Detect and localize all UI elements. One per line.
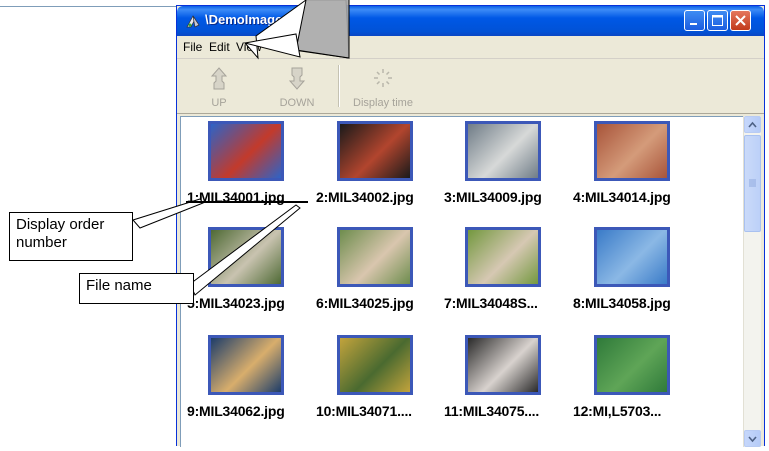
thumbnail-image	[465, 227, 541, 287]
thumbnail-image	[465, 121, 541, 181]
maximize-button[interactable]	[707, 10, 728, 31]
file-name-callout: File name	[79, 273, 194, 304]
thumbnail-label: 3:MIL34009.jpg	[444, 189, 542, 205]
thumbnail-label: 11:MIL34075....	[444, 403, 540, 419]
menu-edit[interactable]: Edit	[209, 40, 230, 54]
scroll-down-button[interactable]	[744, 430, 761, 447]
toolbar: UP DOWN Display time	[177, 59, 764, 114]
thumbnail-image	[337, 335, 413, 395]
display-time-button[interactable]: Display time	[345, 59, 421, 113]
title-bar[interactable]: \DemoImage	[177, 6, 764, 36]
thumbnail-view[interactable]: 1:MIL34001.jpg 2:MIL34002.jpg 3:MIL34009.j…	[180, 116, 744, 447]
menu-file[interactable]: File	[183, 40, 202, 54]
scroll-thumb[interactable]	[744, 135, 761, 232]
grip-icon	[749, 179, 756, 187]
thumbnail-image	[594, 227, 670, 287]
display-time-label: Display time	[353, 97, 413, 109]
app-icon	[186, 15, 200, 28]
thumbnail-label: 9:MIL34062.jpg	[187, 403, 285, 419]
thumbnail-image	[337, 121, 413, 181]
close-icon	[735, 15, 746, 26]
minimize-button[interactable]	[684, 10, 705, 31]
thumbnail-image	[208, 335, 284, 395]
thumbnail-label: 12:MI,L5703...	[573, 403, 662, 419]
toolbar-separator	[338, 65, 340, 107]
thumbnail-item[interactable]: 5:MIL34023.jpg	[187, 227, 313, 317]
thumbnail-image	[208, 227, 284, 287]
thumbnail-label: 5:MIL34023.jpg	[187, 295, 285, 311]
thumbnail-item[interactable]: 1:MIL34001.jpg	[187, 121, 313, 211]
scroll-up-button[interactable]	[744, 116, 761, 133]
chevron-down-icon	[748, 436, 757, 443]
thumbnail-image	[337, 227, 413, 287]
menu-view[interactable]: View	[236, 40, 262, 54]
display-order-text: Display order number	[16, 216, 105, 251]
thumbnail-image	[208, 121, 284, 181]
thumbnail-item[interactable]: 6:MIL34025.jpg	[316, 227, 442, 317]
thumbnail-label: 8:MIL34058.jpg	[573, 295, 671, 311]
down-button[interactable]: DOWN	[272, 59, 322, 113]
chevron-up-icon	[748, 121, 757, 128]
thumbnail-image	[594, 335, 670, 395]
minimize-icon	[690, 23, 697, 25]
thumbnail-image	[465, 335, 541, 395]
up-button[interactable]: UP	[199, 59, 239, 113]
thumbnail-label: 4:MIL34014.jpg	[573, 189, 671, 205]
display-order-callout: Display order number	[9, 212, 133, 261]
thumbnail-item[interactable]: 9:MIL34062.jpg	[187, 335, 313, 425]
up-hand-icon	[210, 67, 228, 90]
thumbnail-label: 1:MIL34001.jpg	[187, 189, 285, 205]
display-time-icon	[374, 69, 392, 87]
close-button[interactable]	[730, 10, 751, 31]
thumbnail-label: 10:MIL34071....	[316, 403, 412, 419]
menu-bar: File Edit View	[177, 36, 764, 59]
thumbnail-label: 6:MIL34025.jpg	[316, 295, 414, 311]
thumbnail-item[interactable]: 11:MIL34075....	[444, 335, 570, 425]
up-label: UP	[211, 97, 227, 109]
window-title: \DemoImage	[205, 12, 283, 27]
file-name-text: File name	[86, 277, 152, 294]
thumbnail-item[interactable]: 12:MI,L5703...	[573, 335, 699, 425]
thumbnail-item[interactable]: 10:MIL34071....	[316, 335, 442, 425]
thumbnail-label: 2:MIL34002.jpg	[316, 189, 414, 205]
thumbnail-item[interactable]: 2:MIL34002.jpg	[316, 121, 442, 211]
thumbnail-label: 7:MIL34048S...	[444, 295, 538, 311]
maximize-icon	[712, 15, 723, 26]
thumbnail-image	[594, 121, 670, 181]
thumbnail-item[interactable]: 3:MIL34009.jpg	[444, 121, 570, 211]
down-hand-icon	[288, 67, 306, 90]
thumbnail-item[interactable]: 7:MIL34048S...	[444, 227, 570, 317]
thumbnail-item[interactable]: 4:MIL34014.jpg	[573, 121, 699, 211]
down-label: DOWN	[279, 97, 315, 109]
thumbnail-item[interactable]: 8:MIL34058.jpg	[573, 227, 699, 317]
vertical-scrollbar[interactable]	[743, 116, 761, 447]
demo-image-window: \DemoImage File Edit View UP DOWN Displa…	[176, 5, 765, 447]
